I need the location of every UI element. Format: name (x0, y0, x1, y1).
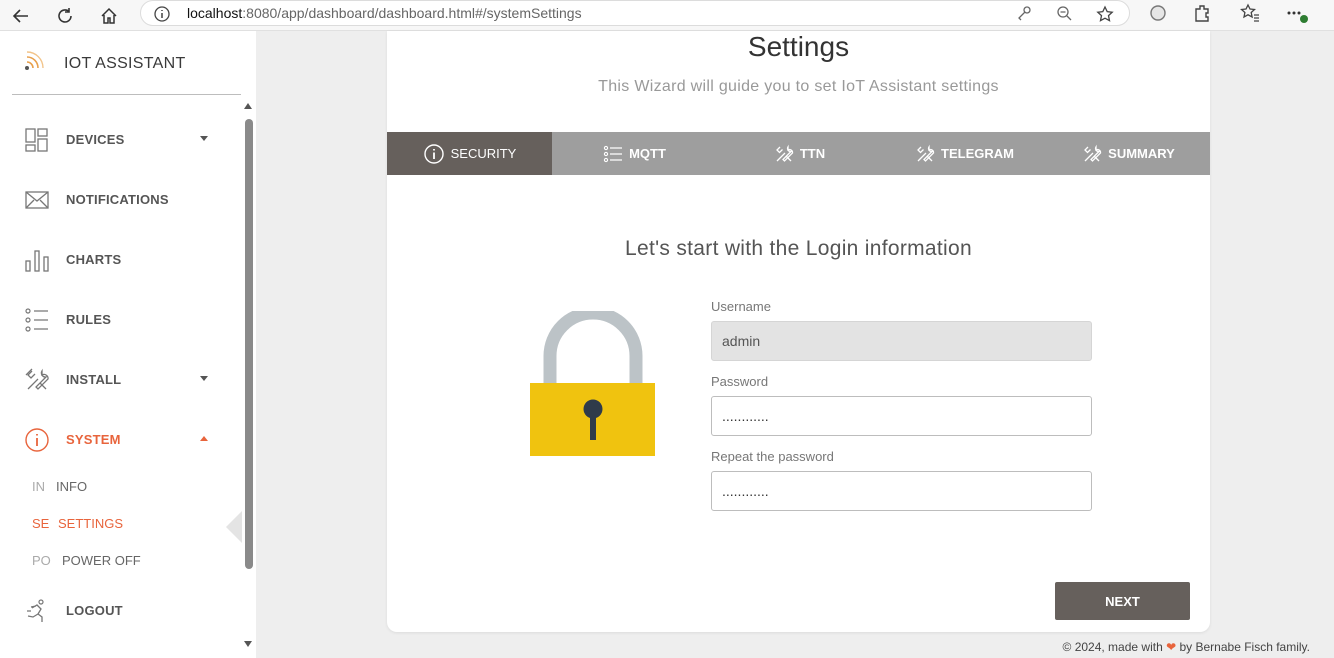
sidebar-collapse-handle[interactable] (226, 511, 242, 543)
heart-icon: ❤ (1166, 640, 1177, 654)
url-text: localhost:8080/app/dashboard/dashboard.h… (187, 5, 582, 21)
tab-mqtt[interactable]: MQTT (552, 132, 717, 175)
sidebar-item-label: DEVICES (66, 132, 125, 147)
footer-suffix: by Bernabe Fisch family. (1179, 640, 1311, 654)
url-path: :8080/app/dashboard/dashboard.html#/syst… (242, 5, 582, 21)
subitem-abbr: SE (32, 516, 50, 531)
address-bar[interactable]: localhost:8080/app/dashboard/dashboard.h… (140, 0, 1130, 26)
favorite-star-icon[interactable] (1096, 5, 1114, 28)
sidebar-item-charts[interactable]: CHARTS (0, 234, 240, 284)
footer: © 2024, made with ❤ by Bernabe Fisch fam… (1000, 640, 1310, 654)
sidebar-item-rules[interactable]: RULES (0, 294, 240, 344)
info-icon (24, 427, 50, 453)
url-host: localhost (187, 5, 243, 21)
extensions-icon[interactable] (1192, 3, 1212, 28)
password-field[interactable]: ............ (711, 396, 1092, 436)
password-label: Password (711, 374, 769, 389)
home-icon[interactable] (96, 3, 122, 29)
brand[interactable]: IOT ASSISTANT (12, 31, 241, 95)
copilot-icon[interactable] (1148, 3, 1168, 28)
sidebar-item-label: SYSTEM (66, 432, 121, 447)
subitem-abbr: PO (32, 553, 51, 568)
settings-card: Settings This Wizard will guide you to s… (387, 31, 1210, 632)
sidebar: IOT ASSISTANT DEVICES NOTIFICATIONS CHAR… (0, 31, 256, 658)
dashboard-grid-icon (24, 127, 50, 153)
sidebar-item-notifications[interactable]: NOTIFICATIONS (0, 174, 240, 224)
subitem-label: SETTINGS (58, 516, 124, 531)
more-menu-icon[interactable] (1285, 3, 1309, 30)
zoom-out-icon[interactable] (1056, 5, 1072, 26)
back-icon[interactable] (8, 3, 34, 29)
wifi-signal-icon (22, 49, 46, 78)
repeat-password-label: Repeat the password (711, 449, 834, 464)
username-field[interactable]: admin (711, 321, 1092, 361)
subitem-label: POWER OFF (62, 553, 141, 568)
site-info-icon[interactable] (153, 5, 171, 28)
sidebar-item-label: INSTALL (66, 372, 122, 387)
tab-ttn[interactable]: TTN (717, 132, 882, 175)
tools-icon (24, 367, 50, 393)
page-title: Settings (747, 31, 850, 62)
sidebar-scrollbar[interactable] (243, 101, 255, 651)
tools-icon (1084, 144, 1102, 162)
sidebar-item-label: CHARTS (66, 252, 122, 267)
sidebar-item-label: LOGOUT (66, 603, 123, 618)
tools-icon (775, 144, 794, 162)
sidebar-item-install[interactable]: INSTALL (0, 354, 240, 404)
scroll-up-arrow-icon[interactable] (244, 103, 252, 109)
favorites-icon[interactable] (1239, 3, 1260, 28)
chevron-up-icon (200, 436, 208, 441)
sidebar-item-label: RULES (66, 312, 112, 327)
username-label: Username (711, 299, 771, 314)
reload-icon[interactable] (52, 3, 78, 29)
repeat-password-field[interactable]: ............ (711, 471, 1092, 511)
tools-icon (917, 144, 935, 162)
footer-prefix: © 2024, made with (1062, 640, 1163, 654)
chevron-down-icon (200, 136, 208, 141)
sidebar-item-logout[interactable]: LOGOUT (0, 585, 240, 635)
tab-label: SUMMARY (1108, 146, 1175, 161)
tab-label: TTN (799, 146, 826, 161)
running-person-icon (24, 598, 50, 624)
sidebar-item-system[interactable]: SYSTEM (0, 414, 240, 464)
info-icon (423, 143, 444, 164)
tab-telegram[interactable]: TELEGRAM (882, 132, 1047, 175)
list-icon (24, 307, 50, 333)
tab-summary[interactable]: SUMMARY (1047, 132, 1210, 175)
sidebar-subitem-info[interactable]: IN INFO (0, 471, 240, 501)
wizard-tabs: SECURITY MQTT TTN TELEGRAM SUMMARY (387, 132, 1210, 175)
chevron-down-icon (200, 376, 208, 381)
sidebar-subitem-power-off[interactable]: PO POWER OFF (0, 545, 240, 575)
scrollbar-thumb[interactable] (245, 119, 253, 569)
tab-label: MQTT (629, 146, 666, 161)
tab-security[interactable]: SECURITY (387, 132, 552, 175)
next-button[interactable]: NEXT (1055, 582, 1190, 620)
browser-toolbar: localhost:8080/app/dashboard/dashboard.h… (0, 0, 1334, 31)
envelope-icon (24, 187, 50, 213)
sidebar-subitem-settings[interactable]: SE SETTINGS (0, 508, 240, 538)
list-icon (603, 145, 623, 162)
bar-chart-icon (24, 247, 50, 273)
page-subtitle: This Wizard will guide you to set IoT As… (598, 78, 999, 95)
section-title: Let's start with the Login information (625, 237, 972, 260)
sidebar-item-label: NOTIFICATIONS (66, 192, 169, 207)
subitem-abbr: IN (32, 479, 45, 494)
padlock-icon (530, 306, 656, 462)
tab-label: TELEGRAM (941, 146, 1014, 161)
tab-label: SECURITY (450, 146, 517, 161)
scroll-down-arrow-icon[interactable] (244, 641, 252, 647)
key-icon[interactable] (1016, 5, 1032, 26)
subitem-label: INFO (56, 479, 88, 494)
brand-title: IOT ASSISTANT (64, 55, 186, 72)
sidebar-item-devices[interactable]: DEVICES (0, 114, 240, 164)
